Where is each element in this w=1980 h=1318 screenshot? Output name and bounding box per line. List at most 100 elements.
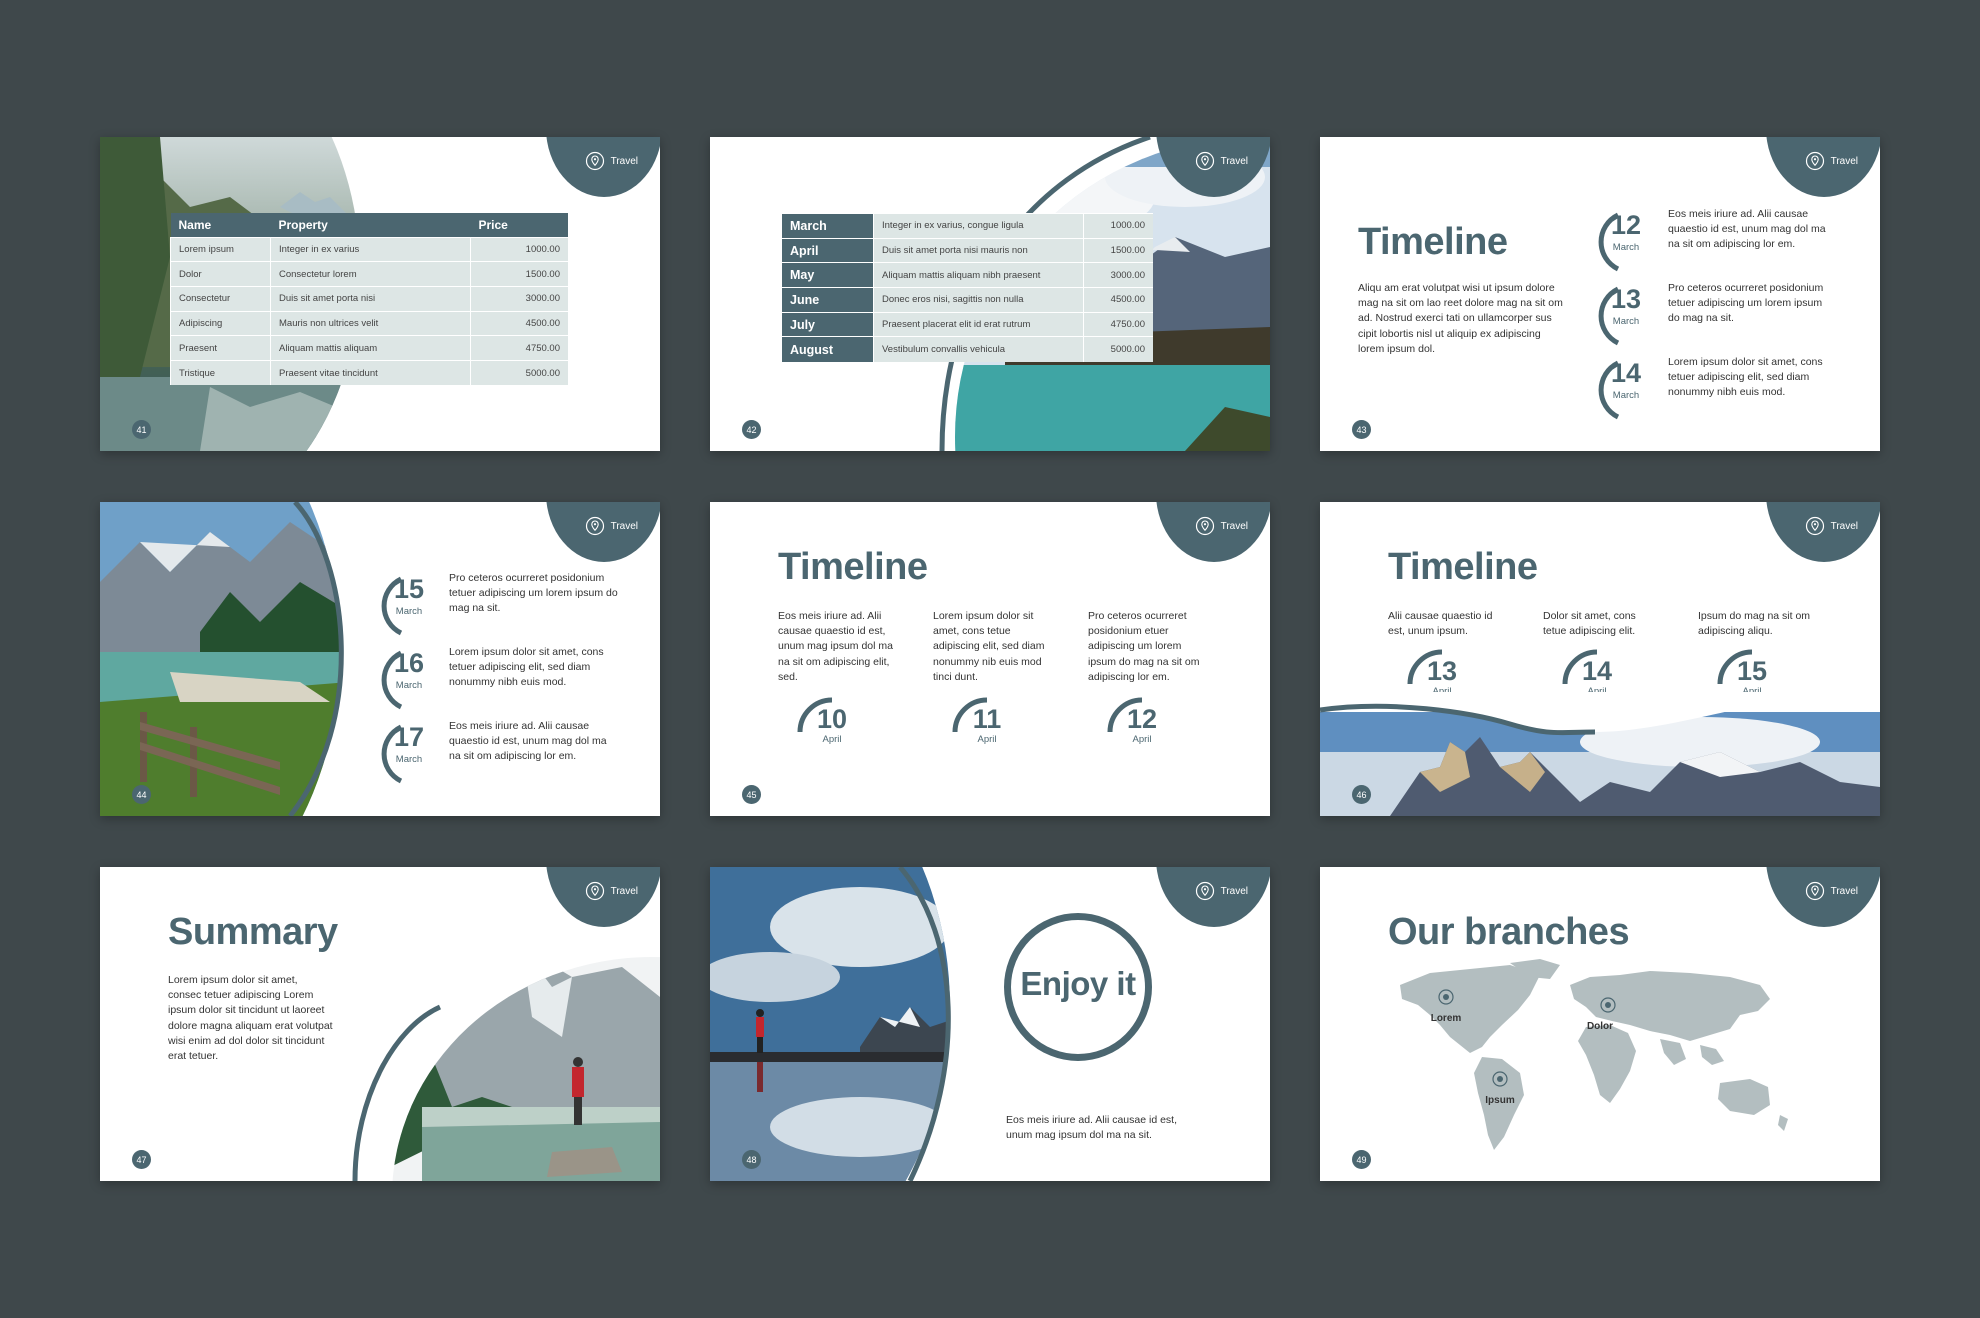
cell-name: Lorem ipsum bbox=[170, 236, 271, 262]
table-row: Tristique Praesent vitae tincidunt 5000.00 bbox=[170, 359, 568, 386]
cell-name: Tristique bbox=[170, 359, 271, 386]
cell-name: Dolor bbox=[170, 261, 271, 287]
timeline-number: 12 bbox=[1610, 210, 1642, 240]
cell-price: 4750.00 bbox=[470, 335, 568, 361]
page-number: 46 bbox=[1352, 785, 1371, 804]
table-row: May Aliquam mattis aliquam nibh praesent 3… bbox=[781, 262, 1153, 288]
cell-property: Mauris non ultrices velit bbox=[270, 310, 471, 336]
timeline-number: 12 bbox=[1126, 704, 1158, 734]
slide-44[interactable]: 15 March Pro ceteros ocurreret posidoniu… bbox=[100, 502, 660, 816]
cell-property: Praesent vitae tincidunt bbox=[270, 359, 471, 386]
timeline-number: 13 bbox=[1426, 656, 1458, 686]
page-number: 48 bbox=[742, 1150, 761, 1169]
cell-month: July bbox=[781, 311, 874, 337]
page-number: 43 bbox=[1352, 420, 1371, 439]
cell-price: 5000.00 bbox=[1083, 336, 1153, 362]
travel-label: Travel bbox=[1220, 520, 1248, 532]
timeline-item: 11 April bbox=[949, 692, 1029, 752]
cell-price: 1500.00 bbox=[1083, 237, 1153, 263]
cell-month: March bbox=[781, 213, 874, 239]
decor-wave bbox=[1320, 692, 1880, 736]
timeline-month: April bbox=[1132, 734, 1152, 745]
timeline-month: April bbox=[977, 734, 997, 745]
slide-49[interactable]: Our branches Lorem Dolor Ipsum Travel 49 bbox=[1320, 867, 1880, 1181]
slide-42[interactable]: March Integer in ex varius, congue ligula… bbox=[710, 137, 1270, 451]
table-row: Dolor Consectetur lorem 1500.00 bbox=[170, 261, 568, 287]
cell-price: 4500.00 bbox=[1083, 287, 1153, 313]
timeline-text: Lorem ipsum dolor sit amet, cons tetuer … bbox=[1668, 356, 1823, 399]
timeline-month: March bbox=[1612, 242, 1640, 253]
cell-price: 4500.00 bbox=[470, 310, 568, 336]
travel-tag: Travel bbox=[1805, 881, 1858, 901]
timeline-item: 12 March Eos meis iriure ad. Alii causae… bbox=[1582, 208, 1826, 273]
timeline-number: 14 bbox=[1581, 656, 1613, 686]
location-pin-icon bbox=[1195, 881, 1214, 901]
page-number: 47 bbox=[132, 1150, 151, 1169]
cell-property: Integer in ex varius bbox=[270, 236, 471, 262]
location-pin-icon bbox=[1805, 881, 1824, 901]
table-row: March Integer in ex varius, congue ligula… bbox=[781, 213, 1153, 239]
timeline-text: Lorem ipsum dolor sit amet, cons tetue a… bbox=[933, 610, 1045, 683]
cell-price: 3000.00 bbox=[1083, 262, 1153, 288]
travel-label: Travel bbox=[1830, 520, 1858, 532]
page-number: 44 bbox=[132, 785, 151, 804]
travel-label: Travel bbox=[1830, 155, 1858, 167]
map-label: Dolor bbox=[1587, 1021, 1613, 1032]
travel-tag: Travel bbox=[585, 516, 638, 536]
slide-45[interactable]: Timeline Eos meis iriure ad. Alii causae… bbox=[710, 502, 1270, 816]
slide-46[interactable]: Timeline Alii causae quaestio id est, un… bbox=[1320, 502, 1880, 816]
table-row: July Praesent placerat elit id erat rutru… bbox=[781, 311, 1153, 337]
location-pin-icon bbox=[1805, 516, 1824, 536]
cell-price: 1000.00 bbox=[470, 236, 568, 262]
cell-name: Praesent bbox=[170, 335, 271, 361]
page-title: Our branches bbox=[1388, 911, 1630, 953]
timeline-text: Eos meis iriure ad. Alii causae quaestio… bbox=[1668, 208, 1826, 251]
page-number: 42 bbox=[742, 420, 761, 439]
timeline-item: 14 March Lorem ipsum dolor sit amet, con… bbox=[1582, 356, 1823, 421]
travel-tag: Travel bbox=[1805, 516, 1858, 536]
timeline-month: April bbox=[822, 734, 842, 745]
timeline-text: Pro ceteros ocurreret posidonium tetuer … bbox=[1668, 282, 1824, 325]
slide-47[interactable]: Summary Lorem ipsum dolor sit amet, cons… bbox=[100, 867, 660, 1181]
slide-48[interactable]: Enjoy it Eos meis iriure ad. Alii causae… bbox=[710, 867, 1270, 1181]
col-header-price: Price bbox=[470, 213, 568, 237]
cell-price: 4750.00 bbox=[1083, 311, 1153, 337]
map-label: Lorem bbox=[1431, 1013, 1462, 1024]
cell-month: May bbox=[781, 262, 874, 288]
page-number: 41 bbox=[132, 420, 151, 439]
timeline-item: 10 April bbox=[794, 692, 874, 752]
travel-label: Travel bbox=[1220, 885, 1248, 897]
timeline-text: Ipsum do mag na sit om adipiscing aliqu. bbox=[1698, 610, 1811, 638]
timeline-item: 12 April bbox=[1104, 692, 1184, 752]
table-row: June Donec eros nisi, sagittis non nulla 4… bbox=[781, 287, 1153, 313]
travel-label: Travel bbox=[1830, 885, 1858, 897]
cell-name: Consectetur bbox=[170, 285, 271, 312]
slide-41[interactable]: Name Property Price Lorem ipsum Integer i… bbox=[100, 137, 660, 451]
page-title: Enjoy it bbox=[1020, 965, 1136, 1002]
page-title: Timeline bbox=[1388, 546, 1538, 588]
world-map: Lorem Dolor Ipsum bbox=[1400, 959, 1788, 1150]
cell-name: Adipiscing bbox=[170, 310, 271, 336]
timeline-number: 11 bbox=[972, 704, 1002, 734]
cell-desc: Praesent placerat elit id erat rutrum bbox=[873, 311, 1084, 337]
location-pin-icon bbox=[585, 516, 604, 536]
travel-label: Travel bbox=[610, 885, 638, 897]
cell-property: Aliquam mattis aliquam bbox=[270, 335, 471, 361]
cell-price: 5000.00 bbox=[470, 359, 568, 386]
slide-43[interactable]: Timeline Aliqu am erat volutpat wisi ut … bbox=[1320, 137, 1880, 451]
table-row: Consectetur Duis sit amet porta nisi 3000.… bbox=[170, 285, 568, 312]
page-title: Summary bbox=[168, 911, 338, 953]
location-pin-icon bbox=[1195, 516, 1214, 536]
cell-desc: Vestibulum convallis vehicula bbox=[873, 336, 1084, 362]
page-number: 49 bbox=[1352, 1150, 1371, 1169]
price-table: Name Property Price Lorem ipsum Integer i… bbox=[170, 213, 568, 386]
cell-desc: Integer in ex varius, congue ligula bbox=[873, 213, 1084, 239]
cell-property: Consectetur lorem bbox=[270, 261, 471, 287]
cell-price: 1000.00 bbox=[1083, 213, 1153, 239]
travel-tag: Travel bbox=[585, 151, 638, 171]
timeline-number: 14 bbox=[1610, 358, 1642, 388]
timeline-text: Eos meis iriure ad. Alii causae quaestio… bbox=[778, 610, 893, 683]
cell-property: Duis sit amet porta nisi bbox=[270, 285, 471, 312]
page-number: 45 bbox=[742, 785, 761, 804]
cell-desc: Aliquam mattis aliquam nibh praesent bbox=[873, 262, 1084, 288]
